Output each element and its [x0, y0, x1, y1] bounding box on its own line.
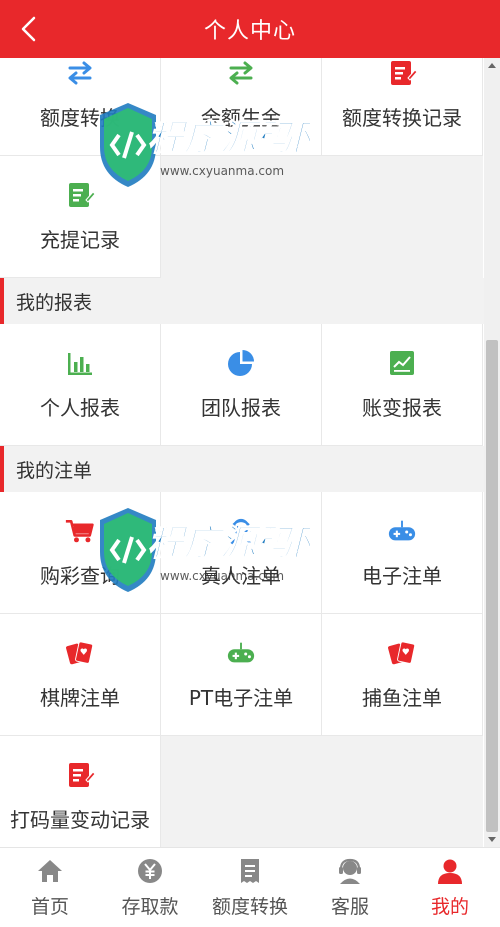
- grid-item-label: 电子注单: [362, 564, 442, 588]
- grid-item-label: 充提记录: [40, 228, 120, 252]
- grid-item-pt-electronic-bets[interactable]: PT电子注单: [161, 614, 322, 736]
- tab-label: 首页: [30, 896, 69, 918]
- grid-item-label: 打码量变动记录: [10, 808, 150, 832]
- headset-icon: [335, 856, 365, 886]
- grid-item-team-report[interactable]: 团队报表: [161, 324, 322, 446]
- tab-deposit-withdraw[interactable]: 存取款: [100, 848, 200, 927]
- grid-item-label: 购彩查询: [40, 564, 120, 588]
- grid-item-label: 额度转换记录: [342, 106, 462, 130]
- swap-arrows-icon: [226, 58, 256, 88]
- grid-item-label: 棋牌注单: [40, 686, 120, 710]
- bets-grid: 购彩查询 真人注单 电子注单 棋牌注单 PT电子注单 捕鱼注单 打码量变动记录: [0, 492, 484, 847]
- section-my-reports: 我的报表: [0, 278, 484, 324]
- dealer-icon: [226, 516, 256, 546]
- back-button[interactable]: [14, 12, 44, 46]
- reports-grid: 个人报表 团队报表 账变报表: [0, 324, 484, 446]
- tab-quota-transfer[interactable]: 额度转换: [200, 848, 300, 927]
- grid-item-label: 真人注单: [201, 564, 281, 588]
- tab-label: 存取款: [121, 896, 179, 918]
- gamepad-icon: [387, 516, 417, 546]
- tab-customer-service[interactable]: 客服: [300, 848, 400, 927]
- grid-item-deposit-withdraw-records[interactable]: 充提记录: [0, 156, 161, 278]
- grid-item-balance-change-report[interactable]: 账变报表: [322, 324, 483, 446]
- grid-item-lottery-query[interactable]: 购彩查询: [0, 492, 161, 614]
- shopping-cart-icon: [65, 516, 95, 546]
- playing-cards-icon: [387, 638, 417, 668]
- bottom-tab-bar: 首页 存取款 额度转换 客服 我的: [0, 847, 500, 927]
- grid-item-label: 额度转换: [40, 106, 120, 130]
- grid-item-transfer-records[interactable]: 额度转换记录: [322, 58, 483, 156]
- pie-chart-icon: [226, 348, 256, 378]
- scrollbar[interactable]: [484, 58, 500, 847]
- swap-arrows-icon: [65, 58, 95, 88]
- grid-item-chess-card-bets[interactable]: 棋牌注单: [0, 614, 161, 736]
- grid-item-fishing-bets[interactable]: 捕鱼注单: [322, 614, 483, 736]
- edit-document-icon: [65, 180, 95, 210]
- transfer-grid: 额度转换 余额生金 额度转换记录 充提记录: [0, 58, 484, 278]
- user-icon: [435, 856, 465, 886]
- grid-empty-cell: [161, 736, 483, 847]
- grid-item-label: 账变报表: [362, 396, 442, 420]
- grid-item-label: 团队报表: [201, 396, 281, 420]
- grid-item-label: 余额生金: [201, 106, 281, 130]
- playing-cards-icon: [65, 638, 95, 668]
- grid-item-label: PT电子注单: [188, 686, 294, 710]
- scroll-down-arrow-icon[interactable]: [488, 837, 496, 842]
- home-icon: [35, 856, 65, 886]
- section-my-bets: 我的注单: [0, 446, 484, 492]
- grid-item-quota-transfer[interactable]: 额度转换: [0, 58, 161, 156]
- line-chart-icon: [387, 348, 417, 378]
- scrollbar-thumb[interactable]: [486, 340, 498, 832]
- chevron-left-icon: [21, 16, 36, 42]
- grid-item-label: 捕鱼注单: [362, 686, 442, 710]
- grid-empty-cell: [161, 156, 483, 278]
- gamepad-icon: [226, 638, 256, 668]
- grid-item-personal-report[interactable]: 个人报表: [0, 324, 161, 446]
- tab-label: 额度转换: [211, 896, 288, 918]
- yen-coin-icon: [135, 856, 165, 886]
- grid-item-label: 个人报表: [40, 396, 120, 420]
- tab-label: 客服: [330, 896, 369, 918]
- app-header: 个人中心: [0, 0, 500, 58]
- content-scroll-area[interactable]: 额度转换 余额生金 额度转换记录 充提记录 我的报表 个人报表 团队报表 账变报…: [0, 58, 484, 847]
- grid-item-turnover-change-records[interactable]: 打码量变动记录: [0, 736, 161, 847]
- bar-chart-icon: [65, 348, 95, 378]
- scroll-up-arrow-icon[interactable]: [488, 63, 496, 68]
- edit-document-icon: [387, 58, 417, 88]
- tab-mine[interactable]: 我的: [400, 848, 500, 927]
- receipt-icon: [235, 856, 265, 886]
- page-title: 个人中心: [203, 19, 296, 44]
- grid-item-live-bets[interactable]: 真人注单: [161, 492, 322, 614]
- tab-home[interactable]: 首页: [0, 848, 100, 927]
- grid-item-balance-gold[interactable]: 余额生金: [161, 58, 322, 156]
- tab-label: 我的: [430, 896, 469, 918]
- edit-document-icon: [65, 760, 95, 790]
- grid-item-electronic-bets[interactable]: 电子注单: [322, 492, 483, 614]
